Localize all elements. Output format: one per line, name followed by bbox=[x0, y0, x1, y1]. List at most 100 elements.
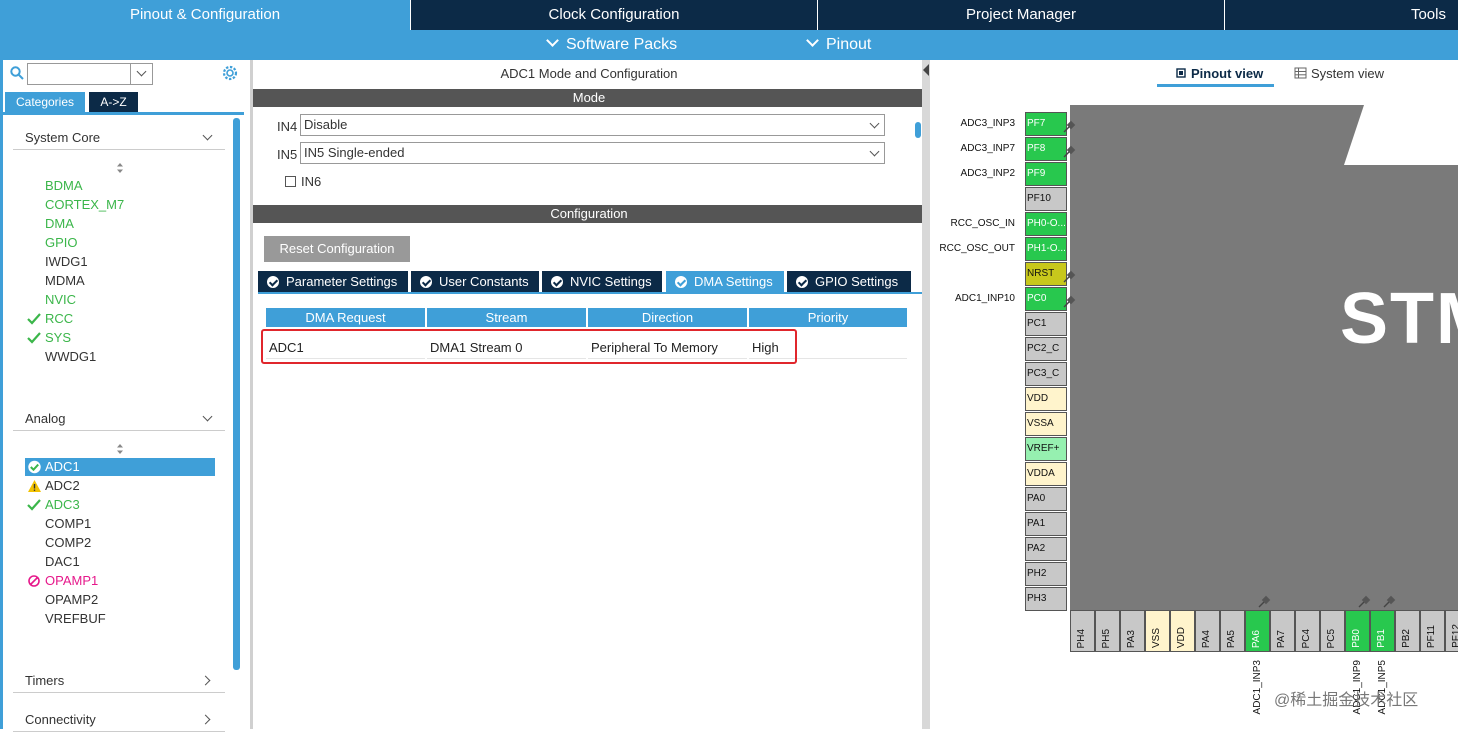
pin-vdd[interactable]: VDD bbox=[1025, 387, 1067, 411]
pin-signal-label: ADC3_INP3 bbox=[960, 118, 1015, 129]
group-system-core[interactable]: System Core bbox=[13, 126, 225, 150]
top-tab-bar: Pinout & Configuration Clock Configurati… bbox=[0, 0, 1458, 30]
list-item-adc1[interactable]: ADC1 bbox=[25, 458, 215, 476]
tab-user-constants[interactable]: User Constants bbox=[411, 271, 539, 293]
list-item-dma[interactable]: DMA bbox=[25, 215, 215, 233]
reset-configuration-button[interactable]: Reset Configuration bbox=[264, 236, 410, 262]
view-tab-underline bbox=[1157, 84, 1274, 87]
list-item-adc3[interactable]: ADC3 bbox=[25, 496, 215, 514]
list-item-iwdg1[interactable]: IWDG1 bbox=[25, 253, 215, 271]
list-item-comp2[interactable]: COMP2 bbox=[25, 534, 215, 552]
pin-vssa[interactable]: VSSA bbox=[1025, 412, 1067, 436]
list-item-rcc[interactable]: RCC bbox=[25, 310, 215, 328]
pin-pa5[interactable]: PA5 bbox=[1220, 610, 1245, 652]
pin-signal-label: ADC1_INP10 bbox=[954, 293, 1015, 304]
pin-pf10[interactable]: PF10 bbox=[1025, 187, 1067, 211]
pin-pf8[interactable]: PF8 bbox=[1025, 137, 1067, 161]
in4-select[interactable]: Disable bbox=[300, 114, 885, 136]
pin-name: PA6 bbox=[1251, 629, 1262, 648]
pin-vdd[interactable]: VDD bbox=[1170, 610, 1195, 652]
pin-pc5[interactable]: PC5 bbox=[1320, 610, 1345, 652]
pin-pf7[interactable]: PF7 bbox=[1025, 112, 1067, 136]
tab-gpio-settings[interactable]: GPIO Settings bbox=[787, 271, 911, 293]
list-item-opamp2[interactable]: OPAMP2 bbox=[25, 591, 215, 609]
category-tab-underline bbox=[3, 112, 244, 115]
pin-pc2-c[interactable]: PC2_C bbox=[1025, 337, 1067, 361]
pin-ph0-o[interactable]: PH0-O... bbox=[1025, 212, 1067, 236]
pin-pa1[interactable]: PA1 bbox=[1025, 512, 1067, 536]
pinout-menu[interactable]: Pinout bbox=[806, 30, 871, 60]
in6-checkbox[interactable] bbox=[285, 176, 296, 187]
pin-pf11[interactable]: PF11 bbox=[1420, 610, 1445, 652]
tab-a-z[interactable]: A->Z bbox=[89, 92, 138, 112]
tab-clock-configuration[interactable]: Clock Configuration bbox=[411, 0, 817, 30]
tab-nvic-settings[interactable]: NVIC Settings bbox=[542, 271, 662, 293]
pin-pc4[interactable]: PC4 bbox=[1295, 610, 1320, 652]
pin-ph3[interactable]: PH3 bbox=[1025, 587, 1067, 611]
pin-pc3-c[interactable]: PC3_C bbox=[1025, 362, 1067, 386]
column-header-priority[interactable]: Priority bbox=[749, 308, 907, 327]
list-item-cortex-m7[interactable]: CORTEX_M7 bbox=[25, 196, 215, 214]
pin-ph2[interactable]: PH2 bbox=[1025, 562, 1067, 586]
list-item-bdma[interactable]: BDMA bbox=[25, 177, 215, 195]
tab-parameter-settings[interactable]: Parameter Settings bbox=[258, 271, 408, 293]
list-item-dac1[interactable]: DAC1 bbox=[25, 553, 215, 571]
search-icon[interactable] bbox=[10, 66, 24, 80]
panel-splitter[interactable] bbox=[922, 60, 930, 729]
pin-pa2[interactable]: PA2 bbox=[1025, 537, 1067, 561]
gear-icon[interactable] bbox=[221, 64, 239, 82]
pin-vref[interactable]: VREF+ bbox=[1025, 437, 1067, 461]
in5-select[interactable]: IN5 Single-ended bbox=[300, 142, 885, 164]
pin-pa7[interactable]: PA7 bbox=[1270, 610, 1295, 652]
pin-pa0[interactable]: PA0 bbox=[1025, 487, 1067, 511]
tab-project-manager[interactable]: Project Manager bbox=[818, 0, 1224, 30]
mode-scrollbar[interactable] bbox=[915, 122, 921, 138]
pin-nrst[interactable]: NRST bbox=[1025, 262, 1067, 286]
group-analog[interactable]: Analog bbox=[13, 407, 225, 431]
pin-pb0[interactable]: PB0 bbox=[1345, 610, 1370, 652]
pin-pa4[interactable]: PA4 bbox=[1195, 610, 1220, 652]
tab-categories[interactable]: Categories bbox=[5, 92, 85, 112]
pin-pa3[interactable]: PA3 bbox=[1120, 610, 1145, 652]
pin-pf9[interactable]: PF9 bbox=[1025, 162, 1067, 186]
pin-pc0[interactable]: PC0 bbox=[1025, 287, 1067, 311]
list-item-opamp1[interactable]: OPAMP1 bbox=[25, 572, 215, 590]
pin-pb2[interactable]: PB2 bbox=[1395, 610, 1420, 652]
list-item-adc2[interactable]: ADC2 bbox=[25, 477, 215, 495]
list-item-sys[interactable]: SYS bbox=[25, 329, 215, 347]
pin-pc1[interactable]: PC1 bbox=[1025, 312, 1067, 336]
configuration-panel: ADC1 Mode and Configuration Mode IN4 Dis… bbox=[250, 60, 925, 729]
software-packs-menu[interactable]: Software Packs bbox=[546, 30, 677, 60]
pin-ph1-o[interactable]: PH1-O... bbox=[1025, 237, 1067, 261]
column-header-dma-request[interactable]: DMA Request bbox=[266, 308, 425, 327]
column-header-direction[interactable]: Direction bbox=[588, 308, 747, 327]
list-item-nvic[interactable]: NVIC bbox=[25, 291, 215, 309]
pin-pa6[interactable]: PA6 bbox=[1245, 610, 1270, 652]
list-item-mdma[interactable]: MDMA bbox=[25, 272, 215, 290]
column-header-stream[interactable]: Stream bbox=[427, 308, 586, 327]
tab-pinout-configuration[interactable]: Pinout & Configuration bbox=[0, 0, 410, 30]
list-item-wwdg1[interactable]: WWDG1 bbox=[25, 348, 215, 366]
group-timers[interactable]: Timers bbox=[13, 669, 225, 693]
tab-tools[interactable]: Tools bbox=[1225, 0, 1458, 30]
tab-dma-settings[interactable]: DMA Settings bbox=[666, 271, 784, 293]
group-connectivity[interactable]: Connectivity bbox=[13, 708, 225, 732]
pin-ph5[interactable]: PH5 bbox=[1095, 610, 1120, 652]
sort-icon[interactable] bbox=[115, 443, 125, 455]
pin-pf12[interactable]: PF12 bbox=[1445, 610, 1458, 652]
search-dropdown-button[interactable] bbox=[130, 64, 152, 84]
left-scrollbar[interactable] bbox=[233, 118, 240, 670]
pin-vdda[interactable]: VDDA bbox=[1025, 462, 1067, 486]
search-input[interactable] bbox=[27, 63, 153, 85]
tab-pinout-view[interactable]: Pinout view bbox=[1175, 66, 1263, 81]
list-item-vrefbuf[interactable]: VREFBUF bbox=[25, 610, 215, 628]
list-item-gpio[interactable]: GPIO bbox=[25, 234, 215, 252]
list-item-comp1[interactable]: COMP1 bbox=[25, 515, 215, 533]
pin-ph4[interactable]: PH4 bbox=[1070, 610, 1095, 652]
pin-pb1[interactable]: PB1 bbox=[1370, 610, 1395, 652]
sort-icon[interactable] bbox=[115, 162, 125, 174]
collapse-arrow-icon[interactable] bbox=[923, 64, 929, 76]
tab-system-view[interactable]: System view bbox=[1294, 66, 1384, 81]
pin-vss[interactable]: VSS bbox=[1145, 610, 1170, 652]
pin-signal-label: ADC3_INP7 bbox=[960, 143, 1015, 154]
